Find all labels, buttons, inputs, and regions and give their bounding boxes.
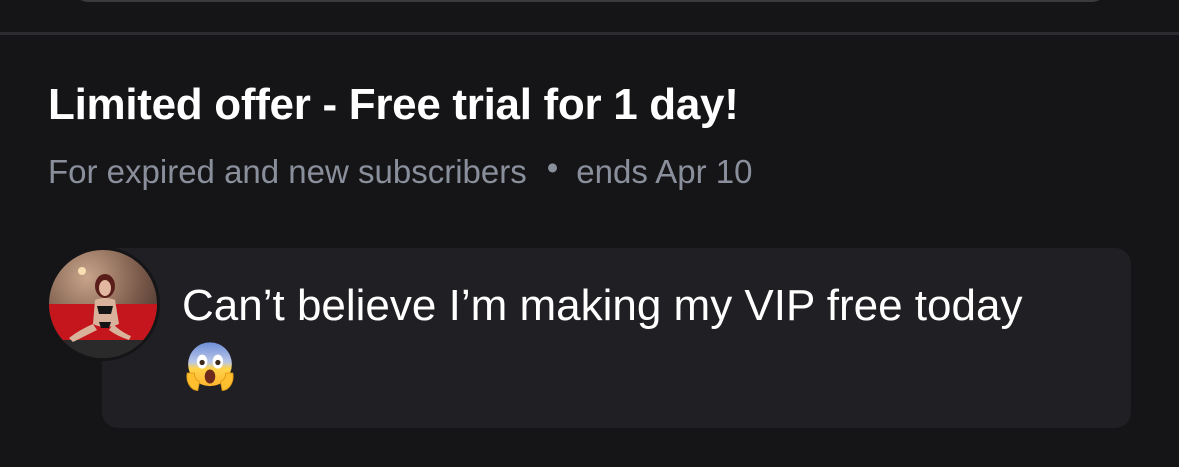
avatar-image	[49, 250, 157, 358]
offer-end-date: ends Apr 10	[576, 153, 753, 190]
message-text: Can’t believe I’m making my VIP free tod…	[182, 276, 1112, 394]
face-screaming-in-fear-icon	[186, 342, 234, 391]
offer-subtitle: For expired and new subscribers • ends Apr…	[48, 149, 753, 191]
avatar-photo-icon	[49, 250, 157, 358]
message-text-content: Can’t believe I’m making my VIP free tod…	[182, 281, 1023, 330]
offer-title: Limited offer - Free trial for 1 day!	[48, 80, 739, 129]
offer-separator: •	[546, 149, 559, 186]
divider	[0, 32, 1179, 35]
search-bar[interactable]	[70, 0, 1110, 2]
avatar[interactable]	[46, 247, 160, 361]
offer-audience: For expired and new subscribers	[48, 153, 527, 190]
message-bubble[interactable]: Can’t believe I’m making my VIP free tod…	[102, 248, 1131, 428]
